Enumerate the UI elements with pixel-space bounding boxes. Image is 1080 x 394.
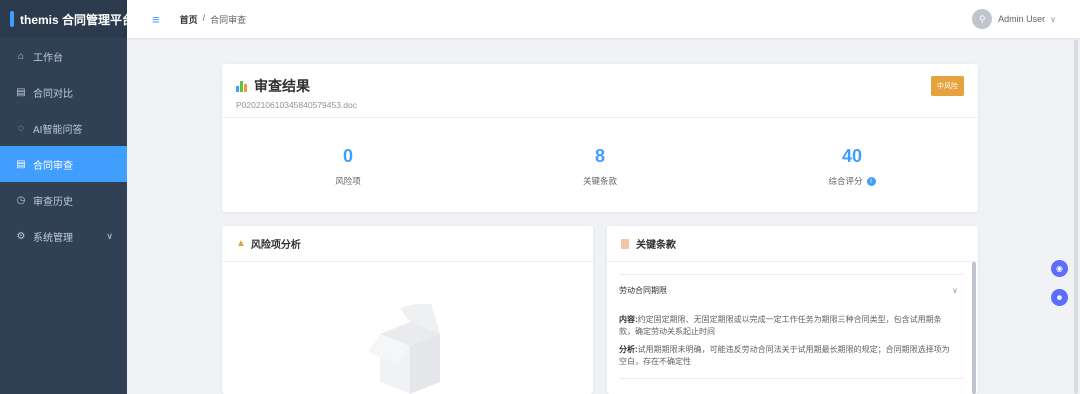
risk-level-badge: 中风险 (931, 76, 964, 96)
page-scrollbar[interactable] (1074, 40, 1078, 394)
clause-collapse-header[interactable]: 劳动合同期限 ∨ (619, 274, 964, 306)
clause-content-text: 约定固定期限、无固定期限或以完成一定工作任务为期限三种合同类型，包含试用期条款，… (619, 315, 942, 336)
stat-label: 风险项 (335, 176, 361, 186)
sidebar-item-label: 合同审查 (33, 160, 73, 172)
user-menu[interactable]: ⚲ Admin User ∨ (972, 9, 1056, 29)
document-icon (621, 238, 629, 249)
menu-toggle-icon[interactable]: ≡ (152, 12, 160, 27)
stat-score: 40 综合评分 i (726, 118, 978, 212)
clause-list: 劳动合同期限 ∨ 内容:约定固定期限、无固定期限或以完成一定工作任务为期限三种合… (607, 262, 978, 379)
sidebar-item-history[interactable]: ◷ 审查历史 (0, 182, 127, 218)
assistant-icon[interactable]: ◉ (1051, 260, 1068, 277)
stat-value: 0 (342, 146, 353, 166)
review-result-card: 审查结果 P020210610345840579453.doc 中风险 0 风险… (222, 64, 978, 212)
stat-value: 40 (841, 146, 863, 166)
clause-content: 内容:约定固定期限、无固定期限或以完成一定工作任务为期限三种合同类型，包含试用期… (619, 306, 964, 368)
chevron-down-icon: ∨ (1050, 14, 1056, 24)
sidebar-item-label: AI智能问答 (33, 124, 83, 136)
bot-icon[interactable]: ☻ (1051, 289, 1068, 306)
stat-label: 关键条款 (582, 176, 617, 186)
empty-box-icon (368, 304, 440, 394)
content-label: 内容: (619, 315, 638, 324)
result-header: 审查结果 P020210610345840579453.doc 中风险 (222, 64, 978, 118)
app-logo[interactable]: themis 合同管理平台 (0, 0, 134, 38)
user-name: Admin User (998, 14, 1046, 24)
app-title: themis 合同管理平台 (20, 12, 135, 27)
stat-label: 综合评分 (828, 176, 863, 186)
divider (619, 378, 964, 379)
clause-name: 劳动合同期限 (619, 286, 667, 295)
chevron-down-icon: ∨ (952, 286, 958, 295)
file-name: P020210610345840579453.doc (236, 100, 358, 110)
chat-icon: ◌ (18, 122, 24, 134)
document-icon: ▤ (16, 158, 26, 170)
stat-key-clauses: 8 关键条款 (474, 118, 726, 212)
avatar: ⚲ (972, 9, 993, 29)
sidebar-item-label: 工作台 (33, 52, 63, 64)
key-panel-title: 关键条款 (636, 240, 676, 251)
breadcrumb-separator: / (202, 12, 206, 23)
info-icon[interactable]: i (866, 176, 876, 186)
sidebar-item-compare[interactable]: ▤ 合同对比 (0, 74, 127, 110)
key-panel-header: 关键条款 (607, 226, 978, 262)
analysis-label: 分析: (619, 345, 638, 354)
gear-icon: ⚙ (16, 230, 26, 242)
clock-icon: ◷ (16, 194, 26, 206)
scrollbar[interactable] (972, 262, 976, 394)
risk-panel-title: 风险项分析 (250, 240, 301, 251)
breadcrumb-current: 合同审查 (210, 14, 247, 25)
chevron-down-icon: ∨ (106, 230, 113, 241)
key-clauses-card: 关键条款 劳动合同期限 ∨ 内容:约定固定期限、无固定期限或以完成一定工作任务为… (607, 226, 978, 394)
sidebar-item-system[interactable]: ⚙ 系统管理 ∨ (0, 218, 127, 254)
document-logo-icon (10, 11, 14, 27)
sidebar-item-label: 合同对比 (33, 88, 73, 100)
stat-risk-items: 0 风险项 (222, 118, 474, 212)
sidebar-item-dashboard[interactable]: ⌂ 工作台 (0, 38, 127, 74)
bar-chart-icon (236, 80, 248, 92)
risk-panel-header: ▲ 风险项分析 (222, 226, 593, 262)
risk-analysis-card: ▲ 风险项分析 (222, 226, 593, 394)
stat-value: 8 (594, 146, 605, 166)
clause-analysis-text: 试用期期限未明确，可能违反劳动合同法关于试用期最长期限的规定；合同期限选择项为空… (619, 345, 950, 366)
sidebar-item-review[interactable]: ▤ 合同审查 (0, 146, 127, 182)
breadcrumb-home[interactable]: 首页 (180, 13, 198, 26)
result-title: 审查结果 (254, 78, 310, 94)
top-bar: ≡ 首页 / 合同审查 ⚲ Admin User ∨ (127, 0, 1080, 38)
document-icon: ▤ (16, 86, 26, 98)
sidebar-item-ai-qa[interactable]: ◌ AI智能问答 (0, 110, 127, 146)
warning-icon: ▲ (236, 238, 246, 249)
sidebar-item-label: 审查历史 (33, 196, 73, 208)
breadcrumb: 首页 / 合同审查 (180, 13, 247, 26)
home-icon: ⌂ (17, 50, 25, 62)
result-stats: 0 风险项 8 关键条款 40 综合评分 i (222, 118, 978, 212)
sidebar-item-label: 系统管理 (33, 232, 73, 244)
sidebar: themis 合同管理平台 ⌂ 工作台 ▤ 合同对比 ◌ AI智能问答 ▤ 合同… (0, 0, 134, 394)
